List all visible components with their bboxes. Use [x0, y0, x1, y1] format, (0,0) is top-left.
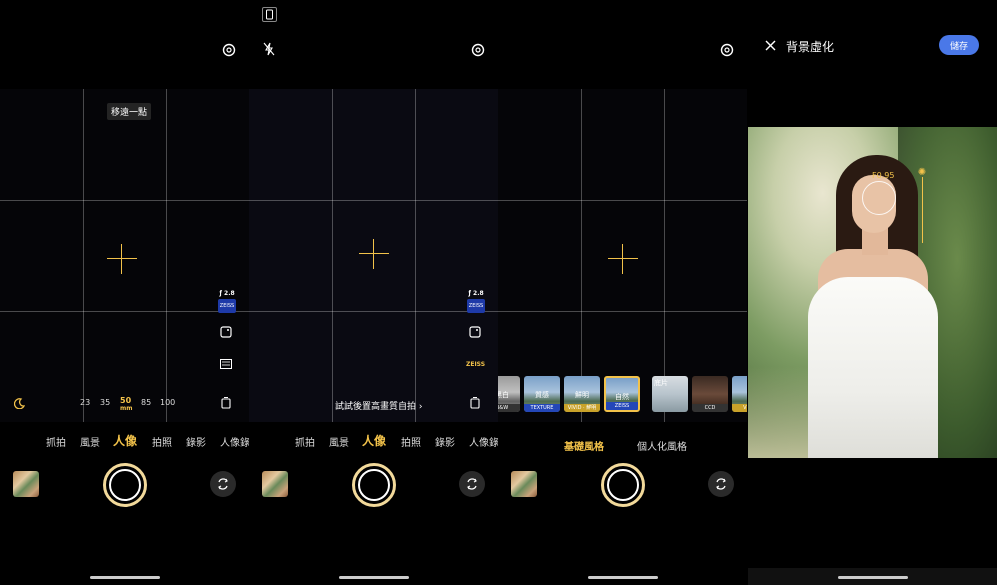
tab-basic-style[interactable]: 基礎風格 — [564, 438, 604, 453]
grid-line — [332, 89, 333, 422]
face-icon[interactable] — [219, 325, 233, 339]
gear-icon[interactable] — [221, 42, 237, 58]
mode-bar: 抓拍 風景 人像 拍照 錄影 人像錄 — [0, 432, 249, 449]
flip-camera-icon[interactable] — [708, 471, 734, 497]
camera-screen-style-picker: 黑白 B&W 質感 TEXTURE 鮮明 VIVID · 鮮明 自然 ZEISS… — [498, 0, 747, 585]
filter-bw[interactable]: 黑白 B&W — [498, 376, 520, 412]
mode-landscape[interactable]: 風景 — [80, 434, 100, 449]
mode-portrait[interactable]: 人像 — [113, 432, 137, 449]
gallery-thumbnail[interactable] — [511, 471, 537, 497]
zeiss-logo[interactable]: ZEISS — [466, 361, 485, 368]
mode-video[interactable]: 錄影 — [435, 434, 455, 449]
camera-screen-portrait-rear-selfie: ƒ 2.8 ZEISS ZEISS 試試後置高畫質自拍 › 抓拍 風景 人像 拍… — [249, 0, 498, 585]
chevron-right-icon: › — [418, 402, 423, 412]
filter-film[interactable]: 底片 — [652, 376, 688, 412]
focus-crosshair — [608, 244, 638, 274]
zoom-23[interactable]: 23 — [80, 398, 90, 407]
filter-icon[interactable] — [468, 396, 482, 410]
filter-texture[interactable]: 質感 TEXTURE — [524, 376, 560, 412]
focus-crosshair — [107, 244, 137, 274]
mode-portrait-video[interactable]: 人像錄 — [469, 434, 498, 449]
zeiss-aperture-badge[interactable]: ƒ 2.8 ZEISS — [467, 291, 485, 313]
grid-line — [249, 200, 498, 201]
flip-camera-icon[interactable] — [459, 471, 485, 497]
filter-vivid[interactable]: 鮮明 VIVID · 鮮明 — [564, 376, 600, 412]
home-indicator[interactable] — [90, 576, 160, 579]
filter-ccd[interactable]: CCD — [692, 376, 728, 412]
focus-ring[interactable] — [862, 181, 896, 215]
home-indicator[interactable] — [339, 576, 409, 579]
zoom-50[interactable]: 50 — [120, 396, 131, 405]
mode-landscape[interactable]: 風景 — [329, 434, 349, 449]
mode-portrait-video[interactable]: 人像錄 — [220, 434, 249, 449]
zoom-unit: mm — [120, 405, 133, 412]
flash-off-icon[interactable] — [262, 42, 276, 56]
mode-photo[interactable]: 拍照 — [152, 434, 172, 449]
aperture-value: F0.95 — [872, 171, 895, 180]
filter-natural[interactable]: 自然 ZEISS — [604, 376, 640, 412]
grid-line — [498, 200, 747, 201]
close-icon[interactable] — [763, 38, 777, 52]
viewfinder[interactable]: 移遠一點 ƒ 2.8 ZEISS — [0, 89, 249, 422]
mode-bar: 抓拍 風景 人像 拍照 錄影 人像錄 — [249, 432, 498, 449]
mode-snap[interactable]: 抓拍 — [295, 434, 315, 449]
zoom-100[interactable]: 100 — [160, 398, 175, 407]
rotate-screen-icon[interactable] — [262, 7, 277, 22]
gear-icon[interactable] — [470, 42, 486, 58]
viewfinder[interactable] — [498, 89, 747, 422]
portrait-photo[interactable]: F0.95 ✺ — [748, 127, 997, 458]
flip-camera-icon[interactable] — [210, 471, 236, 497]
moon-icon[interactable] — [12, 396, 26, 410]
save-button[interactable]: 儲存 — [939, 35, 979, 55]
grid-line — [664, 89, 665, 422]
face-icon[interactable] — [468, 325, 482, 339]
camera-screen-portrait: 移遠一點 ƒ 2.8 ZEISS 23 35 50 mm 85 100 抓拍 風… — [0, 0, 249, 585]
edit-screen-background-blur: 背景虛化 儲存 F0.95 ✺ — [748, 0, 997, 585]
viewfinder[interactable]: ƒ 2.8 ZEISS ZEISS — [249, 89, 498, 422]
subject-dress — [808, 277, 938, 458]
grid-line — [83, 89, 84, 422]
grid-line — [249, 311, 498, 312]
ratio-icon[interactable] — [219, 357, 233, 371]
zeiss-aperture-badge[interactable]: ƒ 2.8 ZEISS — [218, 291, 236, 313]
page-title: 背景虛化 — [786, 40, 835, 54]
tip-move-further: 移遠一點 — [107, 103, 152, 120]
mode-portrait[interactable]: 人像 — [362, 432, 386, 449]
filter-icon[interactable] — [219, 396, 233, 410]
grid-line — [581, 89, 582, 422]
style-filter-strip: 黑白 B&W 質感 TEXTURE 鮮明 VIVID · 鮮明 自然 ZEISS… — [498, 376, 747, 414]
grid-line — [0, 200, 249, 201]
mode-video[interactable]: 錄影 — [186, 434, 206, 449]
home-indicator[interactable] — [838, 576, 908, 579]
shutter-button[interactable] — [103, 463, 147, 507]
grid-line — [0, 311, 249, 312]
shutter-button[interactable] — [352, 463, 396, 507]
grid-line — [498, 311, 747, 312]
mode-photo[interactable]: 拍照 — [401, 434, 421, 449]
focus-crosshair — [359, 239, 389, 269]
grid-line — [415, 89, 416, 422]
grid-line — [166, 89, 167, 422]
gallery-thumbnail[interactable] — [13, 471, 39, 497]
gear-icon[interactable] — [719, 42, 735, 58]
zoom-35[interactable]: 35 — [100, 398, 110, 407]
mode-snap[interactable]: 抓拍 — [46, 434, 66, 449]
shutter-button[interactable] — [601, 463, 645, 507]
aperture-slider[interactable] — [922, 177, 923, 243]
gallery-thumbnail[interactable] — [262, 471, 288, 497]
zoom-85[interactable]: 85 — [141, 398, 151, 407]
filter-vivid-2[interactable]: VIVID — [732, 376, 747, 412]
rear-selfie-hint[interactable]: 試試後置高畫質自拍 › — [335, 399, 423, 412]
tab-personal-style[interactable]: 個人化風格 — [637, 438, 687, 453]
home-indicator[interactable] — [588, 576, 658, 579]
